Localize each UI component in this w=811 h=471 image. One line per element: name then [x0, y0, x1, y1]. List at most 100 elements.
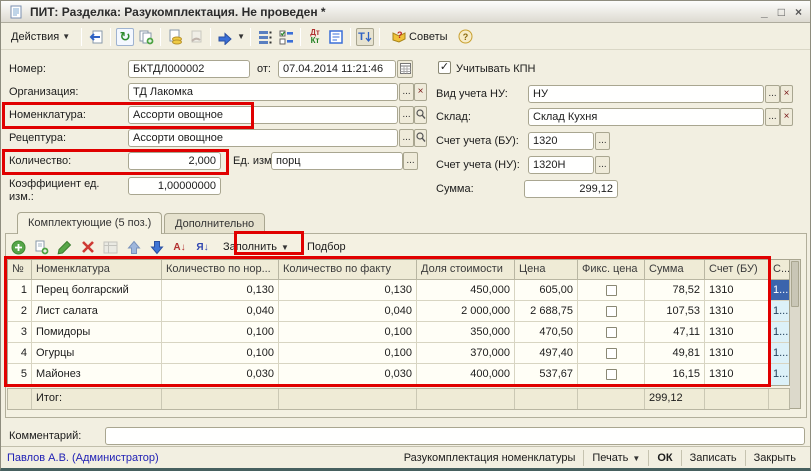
cell-qty_norm[interactable]: 0,100	[162, 322, 279, 343]
fill-button[interactable]: Заполнить▼	[216, 238, 296, 256]
ed-izm-select-icon[interactable]: ...	[403, 152, 418, 170]
cell-name[interactable]: Огурцы	[32, 343, 162, 364]
date-field[interactable]: 07.04.2014 11:21:46	[278, 60, 396, 78]
schet-nu-field[interactable]: 1320Н	[528, 156, 594, 174]
cell-num[interactable]: 3	[8, 322, 32, 343]
cell-price[interactable]: 537,67	[515, 364, 578, 385]
cell-account[interactable]: 1310	[705, 280, 769, 301]
cell-sum[interactable]: 107,53	[645, 301, 705, 322]
receptura-field[interactable]: Ассорти овощное	[128, 129, 398, 147]
vid-ucheta-clear-icon[interactable]: ×	[780, 85, 793, 103]
scrollbar-thumb[interactable]	[791, 261, 799, 307]
cell-qty_norm[interactable]: 0,030	[162, 364, 279, 385]
goto-dropdown-icon[interactable]: ▼	[237, 32, 245, 41]
cell-name[interactable]: Майонез	[32, 364, 162, 385]
cell-num[interactable]: 4	[8, 343, 32, 364]
list-settings-icon[interactable]	[277, 28, 295, 46]
cell-qty_norm[interactable]: 0,040	[162, 301, 279, 322]
checkbox-icon[interactable]	[606, 285, 617, 296]
vid-ucheta-select-icon[interactable]: ...	[765, 85, 780, 103]
checkbox-icon[interactable]	[606, 327, 617, 338]
kolichestvo-field[interactable]: 2,000	[128, 152, 221, 170]
organizaciya-field[interactable]: ТД Лакомка	[128, 83, 398, 101]
cell-sum[interactable]: 49,81	[645, 343, 705, 364]
cell-qty_fact[interactable]: 0,130	[279, 280, 417, 301]
checkbox-icon[interactable]	[606, 369, 617, 380]
column-header[interactable]: №	[8, 260, 32, 280]
fixed-price-checkbox[interactable]	[578, 343, 645, 364]
vid-ucheta-field[interactable]: НУ	[528, 85, 764, 103]
schet-nu-select-icon[interactable]: ...	[595, 156, 610, 174]
table-row[interactable]: 4Огурцы0,1000,100370,000497,4049,8113101…	[8, 343, 789, 364]
tips-button[interactable]: ? Советы	[385, 26, 453, 47]
column-header[interactable]: С...	[769, 260, 789, 280]
table-row[interactable]: 5Майонез0,0300,030400,000537,6716,151310…	[8, 364, 789, 385]
nomenklatura-search-icon[interactable]	[414, 106, 427, 124]
cell-qty_norm[interactable]: 0,100	[162, 343, 279, 364]
cell-extra[interactable]: 1...	[769, 343, 789, 364]
actions-button[interactable]: Действия▼	[5, 28, 76, 46]
pick-button[interactable]: Подбор	[300, 238, 353, 256]
cell-qty_fact[interactable]: 0,100	[279, 322, 417, 343]
ok-button[interactable]: ОК	[648, 450, 680, 466]
nomenklatura-select-icon[interactable]: ...	[399, 106, 414, 124]
nomenklatura-field[interactable]: Ассорти овощное	[128, 106, 398, 124]
ed-izm-field[interactable]: порц	[271, 152, 403, 170]
cell-account[interactable]: 1310	[705, 322, 769, 343]
cell-extra[interactable]: 1...	[769, 301, 789, 322]
checkbox-icon[interactable]	[606, 348, 617, 359]
sklad-select-icon[interactable]: ...	[765, 108, 780, 126]
move-down-icon[interactable]	[147, 238, 166, 257]
organizaciya-select-icon[interactable]: ...	[399, 83, 414, 101]
cell-price[interactable]: 605,00	[515, 280, 578, 301]
help-icon[interactable]: ?	[457, 28, 475, 46]
cell-name[interactable]: Помидоры	[32, 322, 162, 343]
cell-extra[interactable]: 1...	[769, 364, 789, 385]
cell-qty_fact[interactable]: 0,030	[279, 364, 417, 385]
table-scrollbar[interactable]	[790, 259, 801, 409]
print-button[interactable]: Печать▼	[583, 450, 648, 466]
tab-dopolnitelno[interactable]: Дополнительно	[164, 213, 265, 234]
cell-num[interactable]: 2	[8, 301, 32, 322]
reread-document-icon[interactable]	[87, 28, 105, 46]
add-row-icon[interactable]	[9, 238, 28, 257]
dtkt-postings-icon[interactable]: Дт Кт	[306, 28, 324, 46]
table-row[interactable]: 1Перец болгарский0,1300,130450,000605,00…	[8, 280, 789, 301]
koefficient-field[interactable]: 1,00000000	[128, 177, 221, 195]
cell-name[interactable]: Лист салата	[32, 301, 162, 322]
cell-sum[interactable]: 16,15	[645, 364, 705, 385]
goto-icon[interactable]	[216, 28, 234, 46]
column-header[interactable]: Номенклатура	[32, 260, 162, 280]
report-icon[interactable]	[327, 28, 345, 46]
cell-share[interactable]: 400,000	[417, 364, 515, 385]
kommentarij-field[interactable]	[105, 427, 805, 445]
sklad-clear-icon[interactable]: ×	[780, 108, 793, 126]
organizaciya-clear-icon[interactable]: ×	[414, 83, 427, 101]
fixed-price-checkbox[interactable]	[578, 364, 645, 385]
calendar-icon[interactable]	[397, 60, 413, 78]
description-toggle-icon[interactable]: Т	[356, 28, 374, 46]
edit-row-icon[interactable]	[55, 238, 74, 257]
schet-bu-select-icon[interactable]: ...	[595, 132, 610, 150]
sort-ascending-icon[interactable]: А↓	[170, 238, 189, 257]
cell-qty_fact[interactable]: 0,100	[279, 343, 417, 364]
column-header[interactable]: Цена	[515, 260, 578, 280]
post-document-icon[interactable]	[166, 28, 184, 46]
move-up-icon[interactable]	[124, 238, 143, 257]
cell-account[interactable]: 1310	[705, 364, 769, 385]
kpn-checkbox[interactable]: ✓	[438, 61, 451, 74]
save-button[interactable]: Записать	[681, 450, 745, 466]
column-header[interactable]: Сумма	[645, 260, 705, 280]
refresh-icon[interactable]: ↻	[116, 28, 134, 46]
copy-document-icon[interactable]	[137, 28, 155, 46]
column-header[interactable]: Количество по факту	[279, 260, 417, 280]
cell-num[interactable]: 1	[8, 280, 32, 301]
cell-share[interactable]: 350,000	[417, 322, 515, 343]
minimize-button[interactable]: _	[761, 3, 768, 21]
cell-share[interactable]: 450,000	[417, 280, 515, 301]
receptura-search-icon[interactable]	[414, 129, 427, 147]
cell-sum[interactable]: 47,11	[645, 322, 705, 343]
sklad-field[interactable]: Склад Кухня	[528, 108, 764, 126]
column-header[interactable]: Количество по нор...	[162, 260, 279, 280]
copy-row-icon[interactable]	[32, 238, 51, 257]
